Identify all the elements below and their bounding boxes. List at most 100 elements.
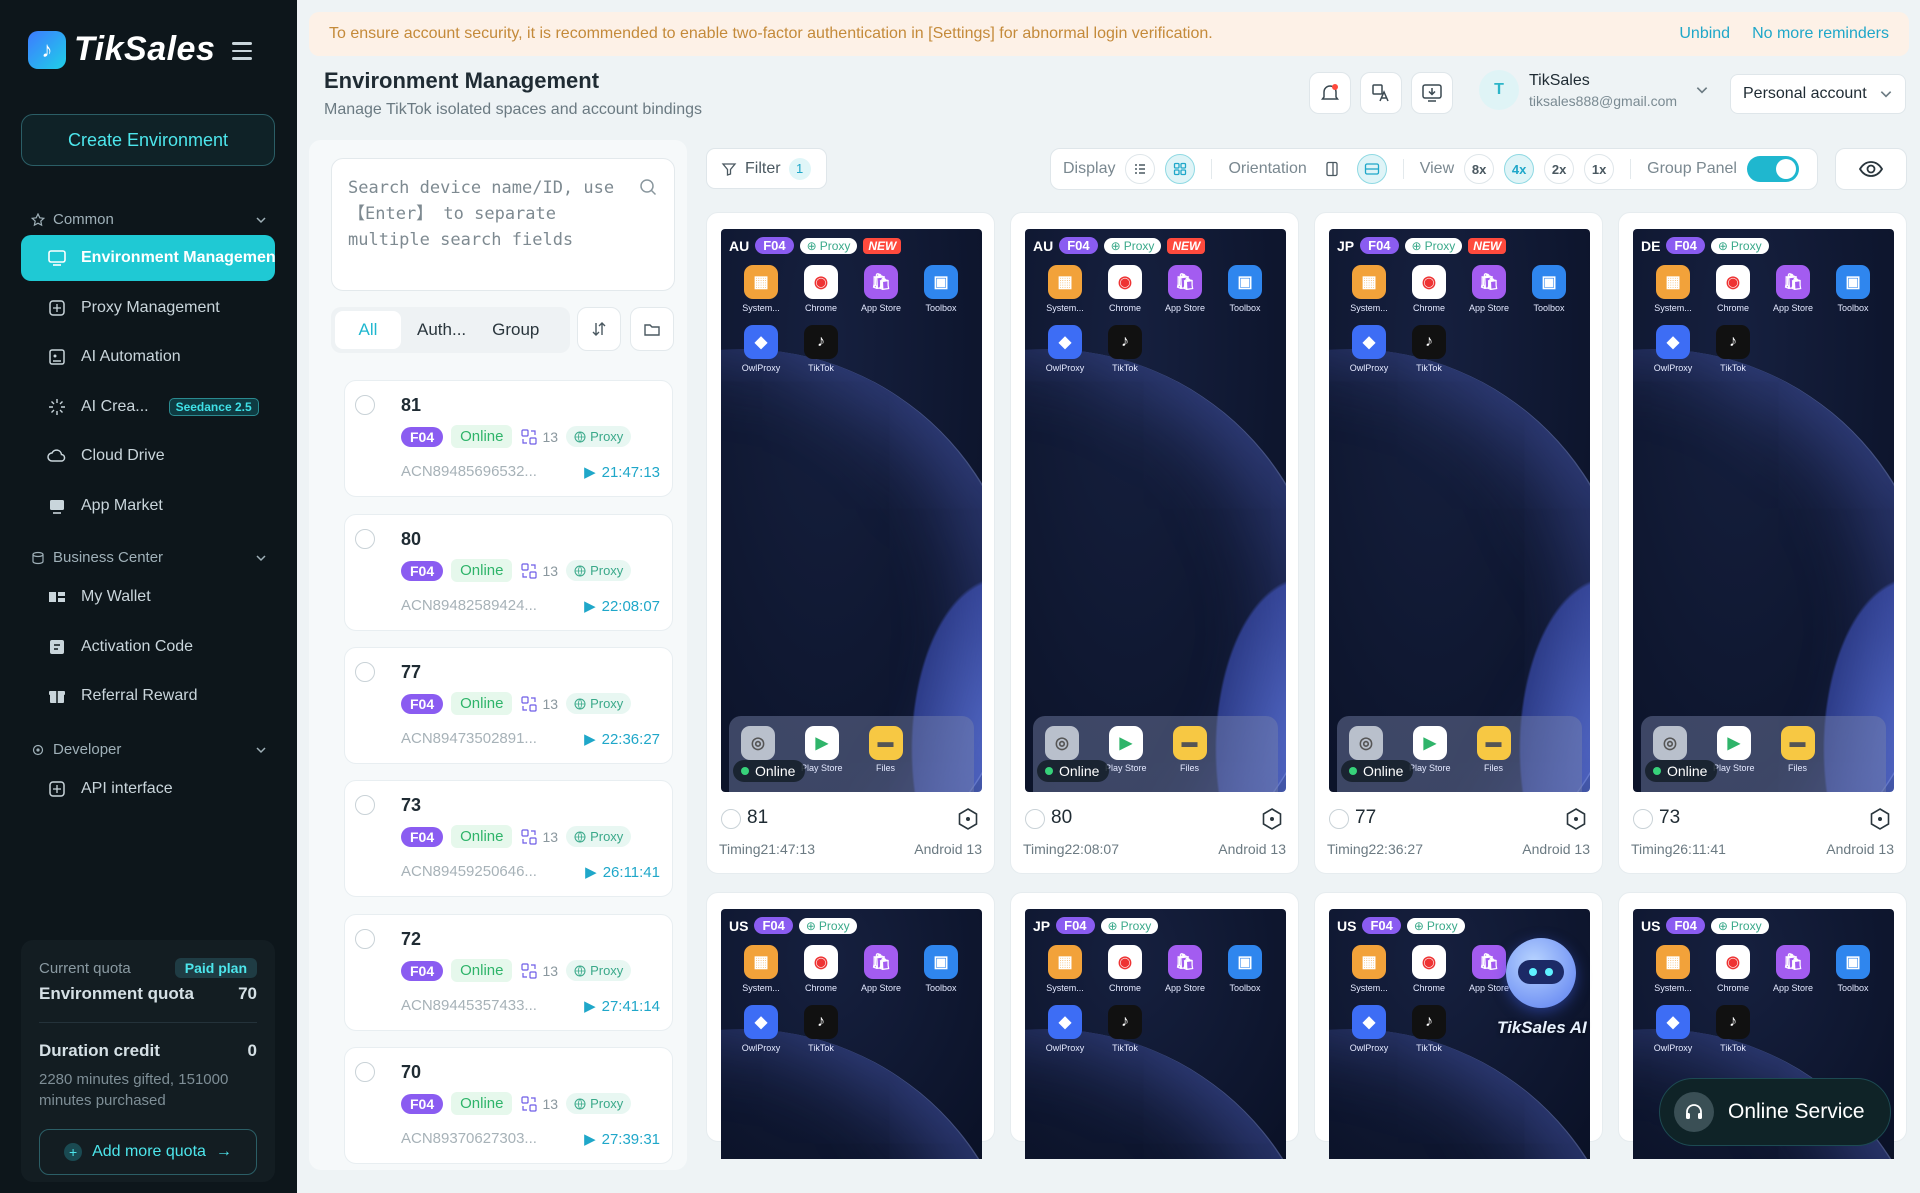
dock-app[interactable]: ▬ Files <box>1476 726 1511 782</box>
phone-app[interactable]: ♪ TikTok <box>791 1005 851 1053</box>
download-button[interactable] <box>1411 72 1453 114</box>
phone-app[interactable]: ▦ System... <box>731 945 791 993</box>
select-radio[interactable] <box>355 395 375 415</box>
sidebar-item-my-wallet[interactable]: My Wallet <box>21 574 275 620</box>
phone-card[interactable]: JP F04 ⊕ Proxy ▦ System... ◉ Chrome 🛍 App… <box>1010 892 1299 1159</box>
select-radio[interactable] <box>1633 809 1653 829</box>
environment-list-item[interactable]: 70 F04 Online 13 Proxy ACN89370627303...… <box>344 1047 673 1164</box>
tab-authorized[interactable]: Auth... <box>407 311 476 349</box>
folder-button[interactable] <box>630 307 674 351</box>
phone-app[interactable]: ◆ OwlProxy <box>1339 325 1399 373</box>
sort-button[interactable] <box>577 307 621 351</box>
phone-app[interactable]: ▦ System... <box>1035 265 1095 313</box>
view-1x-button[interactable]: 1x <box>1584 154 1615 184</box>
environment-list-item[interactable]: 81 F04 Online 13 Proxy ACN89485696532...… <box>344 380 673 497</box>
portrait-icon[interactable] <box>1317 154 1347 184</box>
sidebar-item-referral-reward[interactable]: Referral Reward <box>21 673 275 719</box>
sidebar-item-cloud-drive[interactable]: Cloud Drive <box>21 433 275 479</box>
group-panel-toggle[interactable] <box>1746 156 1799 182</box>
phone-app[interactable]: ◆ OwlProxy <box>1035 1005 1095 1053</box>
sidebar-item-app-market[interactable]: App Market <box>21 483 275 529</box>
phone-app[interactable]: ♪ TikTok <box>1399 325 1459 373</box>
phone-card[interactable]: DE F04 ⊕ Proxy ▦ System... ◉ Chrome 🛍 App… <box>1618 212 1907 874</box>
unbind-link[interactable]: Unbind <box>1679 25 1730 43</box>
sidebar-item-api-interface[interactable]: API interface <box>21 766 275 812</box>
phone-app[interactable]: ◉ Chrome <box>1095 945 1155 993</box>
select-radio[interactable] <box>355 662 375 682</box>
phone-app[interactable]: ◉ Chrome <box>1399 265 1459 313</box>
select-radio[interactable] <box>721 809 741 829</box>
phone-screen[interactable]: DE F04 ⊕ Proxy ▦ System... ◉ Chrome 🛍 App… <box>1633 229 1894 792</box>
phone-app[interactable]: ◉ Chrome <box>1703 265 1763 313</box>
phone-app[interactable]: ▣ Toolbox <box>1215 945 1275 993</box>
phone-app[interactable]: ▣ Toolbox <box>1823 265 1883 313</box>
phone-card[interactable]: AU F04 ⊕ Proxy NEW ▦ System... ◉ Chrome 🛍… <box>706 212 995 874</box>
phone-app[interactable]: 🛍 App Store <box>1763 945 1823 993</box>
search-input[interactable]: Search device name/ID, use 【Enter】 to se… <box>331 158 675 291</box>
phone-app[interactable]: ▦ System... <box>1643 945 1703 993</box>
select-radio[interactable] <box>355 529 375 549</box>
section-common[interactable]: Common <box>31 211 267 228</box>
phone-app[interactable]: ◉ Chrome <box>1703 945 1763 993</box>
phone-screen[interactable]: AU F04 ⊕ Proxy NEW ▦ System... ◉ Chrome 🛍… <box>1025 229 1286 792</box>
filter-button[interactable]: Filter 1 <box>706 148 827 189</box>
logo[interactable]: ♪ TikSales <box>28 30 215 69</box>
visibility-button[interactable] <box>1835 148 1907 190</box>
phone-app[interactable]: ◉ Chrome <box>1095 265 1155 313</box>
phone-app[interactable]: 🛍 App Store <box>1763 265 1823 313</box>
phone-app[interactable]: ◆ OwlProxy <box>1035 325 1095 373</box>
phone-screen[interactable]: JP F04 ⊕ Proxy NEW ▦ System... ◉ Chrome 🛍… <box>1329 229 1590 792</box>
phone-app[interactable]: 🛍 App Store <box>851 945 911 993</box>
select-radio[interactable] <box>355 1062 375 1082</box>
select-radio[interactable] <box>1329 809 1349 829</box>
online-service-button[interactable]: Online Service <box>1659 1078 1891 1146</box>
environment-list-item[interactable]: 73 F04 Online 13 Proxy ACN89459250646...… <box>344 780 673 897</box>
phone-app[interactable]: ▣ Toolbox <box>1215 265 1275 313</box>
phone-screen[interactable]: JP F04 ⊕ Proxy ▦ System... ◉ Chrome 🛍 App… <box>1025 909 1286 1159</box>
list-view-icon[interactable] <box>1125 154 1156 184</box>
sidebar-item-activation-code[interactable]: Activation Code <box>21 624 275 670</box>
phone-app[interactable]: ◆ OwlProxy <box>1339 1005 1399 1053</box>
phone-app[interactable]: ♪ TikTok <box>1095 1005 1155 1053</box>
dock-app[interactable]: ▬ Files <box>1172 726 1207 782</box>
landscape-icon[interactable] <box>1356 154 1387 184</box>
phone-app[interactable]: 🛍 App Store <box>851 265 911 313</box>
phone-app[interactable]: ♪ TikTok <box>1399 1005 1459 1053</box>
add-more-quota-button[interactable]: + Add more quota → <box>39 1129 257 1175</box>
ai-assistant-label[interactable]: TikSales AI <box>1497 1018 1587 1038</box>
phone-card[interactable]: US F04 ⊕ Proxy ▦ System... ◉ Chrome 🛍 App… <box>1314 892 1603 1159</box>
phone-app[interactable]: ♪ TikTok <box>791 325 851 373</box>
phone-app[interactable]: ▣ Toolbox <box>911 945 971 993</box>
view-2x-button[interactable]: 2x <box>1544 154 1575 184</box>
phone-app[interactable]: ▣ Toolbox <box>1823 945 1883 993</box>
sidebar-item-environment-management[interactable]: Environment Management <box>21 235 275 281</box>
phone-app[interactable]: ♪ TikTok <box>1703 1005 1763 1053</box>
phone-app[interactable]: ◆ OwlProxy <box>1643 1005 1703 1053</box>
section-business-center[interactable]: Business Center <box>31 549 267 566</box>
section-developer[interactable]: Developer <box>31 741 267 758</box>
dock-app[interactable]: ▶ Play Store <box>801 726 843 782</box>
no-more-reminders-link[interactable]: No more reminders <box>1752 25 1889 43</box>
tab-all[interactable]: All <box>335 311 401 349</box>
phone-card[interactable]: JP F04 ⊕ Proxy NEW ▦ System... ◉ Chrome 🛍… <box>1314 212 1603 874</box>
view-8x-button[interactable]: 8x <box>1464 154 1495 184</box>
dock-app[interactable]: ▶ Play Store <box>1409 726 1451 782</box>
phone-screen[interactable]: US F04 ⊕ Proxy ▦ System... ◉ Chrome 🛍 App… <box>721 909 982 1159</box>
phone-card[interactable]: AU F04 ⊕ Proxy NEW ▦ System... ◉ Chrome 🛍… <box>1010 212 1299 874</box>
phone-app[interactable]: ▦ System... <box>1339 945 1399 993</box>
phone-app[interactable]: ◉ Chrome <box>791 265 851 313</box>
phone-app[interactable]: ▣ Toolbox <box>1519 265 1579 313</box>
environment-list-item[interactable]: 80 F04 Online 13 Proxy ACN89482589424...… <box>344 514 673 631</box>
sidebar-item-ai-creation[interactable]: AI Crea... Seedance 2.5 <box>21 384 275 430</box>
account-type-select[interactable]: Personal account <box>1730 74 1906 114</box>
tab-group[interactable]: Group <box>482 311 549 349</box>
dock-app[interactable]: ▬ Files <box>868 726 903 782</box>
select-radio[interactable] <box>355 795 375 815</box>
phone-app[interactable]: ◉ Chrome <box>1399 945 1459 993</box>
phone-app[interactable]: 🛍 App Store <box>1155 265 1215 313</box>
view-4x-button[interactable]: 4x <box>1504 154 1535 184</box>
phone-app[interactable]: ◆ OwlProxy <box>1643 325 1703 373</box>
translate-button[interactable] <box>1360 72 1402 114</box>
sidebar-item-ai-automation[interactable]: AI Automation <box>21 334 275 380</box>
phone-app[interactable]: ▦ System... <box>731 265 791 313</box>
